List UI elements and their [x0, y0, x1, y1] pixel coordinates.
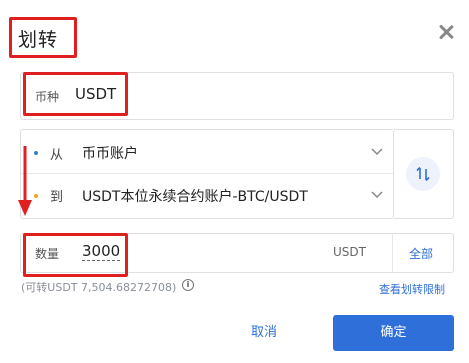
amount-separator — [392, 234, 393, 272]
close-icon[interactable] — [436, 22, 456, 42]
coin-highlight-box — [23, 72, 128, 116]
to-account-select[interactable]: USDT本位永续合约账户-BTC/USDT — [82, 186, 308, 206]
chevron-down-icon[interactable] — [371, 148, 383, 156]
all-button[interactable]: 全部 — [409, 245, 433, 262]
to-label: 到 — [50, 190, 64, 205]
title-highlight-box — [9, 17, 77, 58]
to-dot — [34, 194, 38, 198]
amount-unit: USDT — [333, 245, 366, 259]
from-dot — [34, 151, 38, 155]
cancel-button[interactable]: 取消 — [222, 315, 306, 351]
swap-vertical-icon — [416, 166, 430, 182]
info-icon[interactable]: i — [182, 279, 194, 291]
swap-button[interactable] — [406, 157, 440, 191]
from-label: 从 — [50, 148, 64, 163]
from-account-select[interactable]: 币币账户 — [82, 143, 138, 163]
red-arrow-annotation — [18, 146, 32, 216]
chevron-down-icon[interactable] — [371, 191, 383, 199]
transfer-divider — [21, 173, 393, 174]
confirm-button[interactable]: 确定 — [333, 315, 454, 351]
transfer-limit-link[interactable]: 查看划转限制 — [379, 281, 445, 297]
available-balance: (可转USDT 7,504.68272708) — [21, 281, 177, 294]
transfer-dialog: 划转 币种 USDT 从 币币账户 到 USDT本位永续合约账户-BTC/USD… — [0, 0, 469, 363]
amount-highlight-box — [23, 233, 128, 277]
